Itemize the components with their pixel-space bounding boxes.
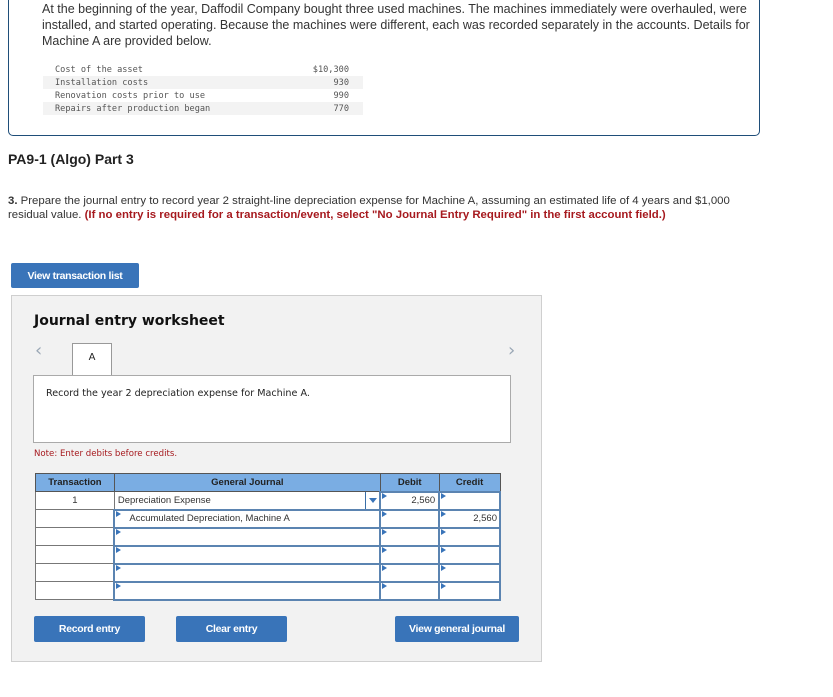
asset-value: 770 (276, 102, 363, 115)
credit-input[interactable]: 2,560 (438, 508, 501, 529)
input-flag-icon (116, 582, 122, 589)
credit-input[interactable] (438, 562, 501, 583)
input-flag-icon (116, 510, 122, 517)
question-number: 3. (8, 195, 18, 207)
journal-entry-worksheet-panel: Journal entry worksheet ‹ › A Record the… (11, 295, 542, 662)
asset-label: Installation costs (43, 76, 277, 89)
debit-input[interactable] (379, 562, 441, 583)
account-name: Depreciation Expense (117, 494, 211, 506)
debits-first-note: Note: Enter debits before credits. (34, 449, 178, 459)
question-text: 3. Prepare the journal entry to record y… (8, 194, 768, 222)
view-general-journal-button[interactable]: View general journal (395, 616, 519, 642)
asset-row: Renovation costs prior to use 990 (43, 89, 363, 102)
input-flag-icon (382, 510, 388, 517)
debit-input[interactable]: 2,560 (379, 490, 441, 511)
account-select[interactable] (113, 562, 382, 583)
input-flag-icon (116, 546, 122, 553)
col-credit: Credit (438, 473, 501, 492)
part-title: PA9-1 (Algo) Part 3 (8, 151, 134, 167)
input-flag-icon (441, 564, 447, 571)
input-flag-icon (382, 546, 388, 553)
input-flag-icon (441, 510, 447, 517)
asset-label: Repairs after production began (43, 102, 277, 115)
transaction-description: Record the year 2 depreciation expense f… (46, 388, 310, 399)
col-general-journal: General Journal (113, 473, 381, 492)
credit-input[interactable] (438, 544, 501, 565)
account-select[interactable]: Depreciation Expense (113, 491, 381, 510)
journal-row (35, 562, 501, 583)
transaction-number (35, 581, 115, 600)
asset-label: Cost of the asset (55, 64, 143, 75)
asset-row: Installation costs 930 (43, 76, 363, 89)
journal-table: Transaction General Journal Debit Credit… (35, 473, 501, 601)
account-select[interactable]: Accumulated Depreciation, Machine A (113, 508, 382, 529)
journal-header-row: Transaction General Journal Debit Credit (35, 473, 501, 492)
transaction-description-box: Record the year 2 depreciation expense f… (33, 375, 511, 443)
tab-a[interactable]: A (72, 343, 112, 375)
input-flag-icon (441, 528, 447, 535)
input-flag-icon (441, 582, 447, 589)
journal-row (35, 580, 501, 601)
account-select[interactable] (113, 544, 382, 565)
transaction-number (35, 545, 115, 564)
account-select[interactable] (113, 580, 382, 601)
worksheet-title: Journal entry worksheet (34, 313, 225, 329)
journal-row (35, 544, 501, 565)
debit-input[interactable] (379, 508, 441, 529)
asset-row: Cost of the asset $10,300 (43, 63, 363, 76)
next-chevron-icon[interactable]: › (508, 340, 515, 361)
input-flag-icon (382, 582, 388, 589)
record-entry-button[interactable]: Record entry (34, 616, 145, 642)
asset-row: Repairs after production began 770 (43, 102, 363, 115)
credit-value: 2,560 (473, 513, 497, 524)
asset-label: Renovation costs prior to use (55, 90, 206, 101)
col-transaction: Transaction (35, 473, 115, 492)
asset-value: 930 (276, 76, 363, 89)
input-flag-icon (116, 528, 122, 535)
input-flag-icon (382, 492, 388, 499)
transaction-number: 1 (35, 491, 115, 510)
asset-value: $10,300 (312, 64, 349, 75)
credit-input[interactable] (438, 580, 501, 601)
debit-input[interactable] (379, 526, 441, 547)
col-debit: Debit (379, 473, 440, 492)
dropdown-arrow-icon[interactable] (365, 492, 379, 509)
credit-input[interactable] (438, 526, 501, 547)
machine-a-cost-table: Cost of the asset $10,300 Installation c… (43, 63, 363, 115)
debit-input[interactable] (379, 544, 441, 565)
input-flag-icon (441, 546, 447, 553)
question-warning: (If no entry is required for a transacti… (84, 209, 666, 221)
transaction-number (35, 563, 115, 582)
problem-intro-text: At the beginning of the year, Daffodil C… (42, 2, 750, 48)
journal-row (35, 526, 501, 547)
debit-value: 2,560 (411, 495, 436, 506)
input-flag-icon (382, 564, 388, 571)
transaction-number (35, 527, 115, 546)
prev-chevron-icon[interactable]: ‹ (35, 340, 42, 361)
credit-input[interactable] (438, 490, 501, 511)
input-flag-icon (382, 528, 388, 535)
view-transaction-list-button[interactable]: View transaction list (11, 263, 139, 288)
debit-input[interactable] (379, 580, 441, 601)
asset-value: 990 (333, 90, 349, 101)
journal-row: 1 Depreciation Expense 2,560 (35, 490, 501, 511)
account-name: Accumulated Depreciation, Machine A (129, 513, 290, 524)
input-flag-icon (441, 492, 447, 499)
journal-row: Accumulated Depreciation, Machine A 2,56… (35, 508, 501, 529)
clear-entry-button[interactable]: Clear entry (176, 616, 287, 642)
input-flag-icon (116, 564, 122, 571)
transaction-number (35, 509, 115, 528)
account-select[interactable] (113, 526, 382, 547)
